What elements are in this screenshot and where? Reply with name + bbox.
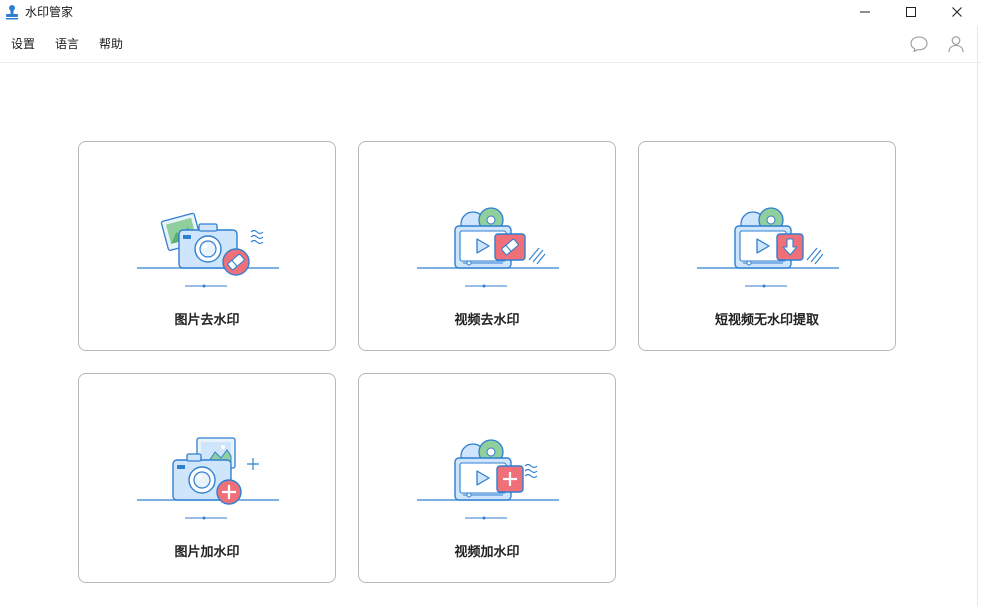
feature-label: 图片加水印 [174,545,240,560]
user-icon[interactable] [946,34,966,54]
menu-help[interactable]: 帮助 [99,36,123,52]
minimize-icon [860,11,870,13]
feature-card-image-remove[interactable]: 图片去水印 [78,141,336,351]
stamp-icon [6,5,18,20]
menu-settings[interactable]: 设置 [11,36,35,52]
minimize-button[interactable] [842,0,888,24]
title-bar[interactable]: 水印管家 [0,0,981,26]
close-button[interactable] [934,0,980,24]
video-plus-icon [417,439,559,520]
feature-card-video-remove[interactable]: 视频去水印 [358,141,616,351]
app-title: 水印管家 [25,5,74,19]
feature-label: 视频加水印 [454,545,520,560]
feature-card-video-add[interactable]: 视频加水印 [358,373,616,583]
close-icon [952,7,962,17]
menu-language[interactable]: 语言 [55,36,79,52]
feature-label: 视频去水印 [454,313,520,328]
feature-label: 短视频无水印提取 [714,313,819,328]
maximize-button[interactable] [888,0,934,24]
maximize-icon [906,7,916,17]
app-window: 水印管家 设置 语言 帮助 图片去水印 视频去水印 短视频无水印提取 图片加水印… [0,0,981,606]
video-eraser-icon [417,207,559,288]
feature-card-image-add[interactable]: 图片加水印 [78,373,336,583]
camera-eraser-icon [137,212,279,288]
menu-bar: 设置 语言 帮助 [0,26,981,63]
feature-label: 图片去水印 [174,313,240,328]
feature-card-short-video-extract[interactable]: 短视频无水印提取 [638,141,896,351]
video-download-icon [697,207,839,288]
camera-plus-icon [137,437,279,520]
chat-bubble-icon[interactable] [909,34,929,54]
window-edge [977,26,978,606]
